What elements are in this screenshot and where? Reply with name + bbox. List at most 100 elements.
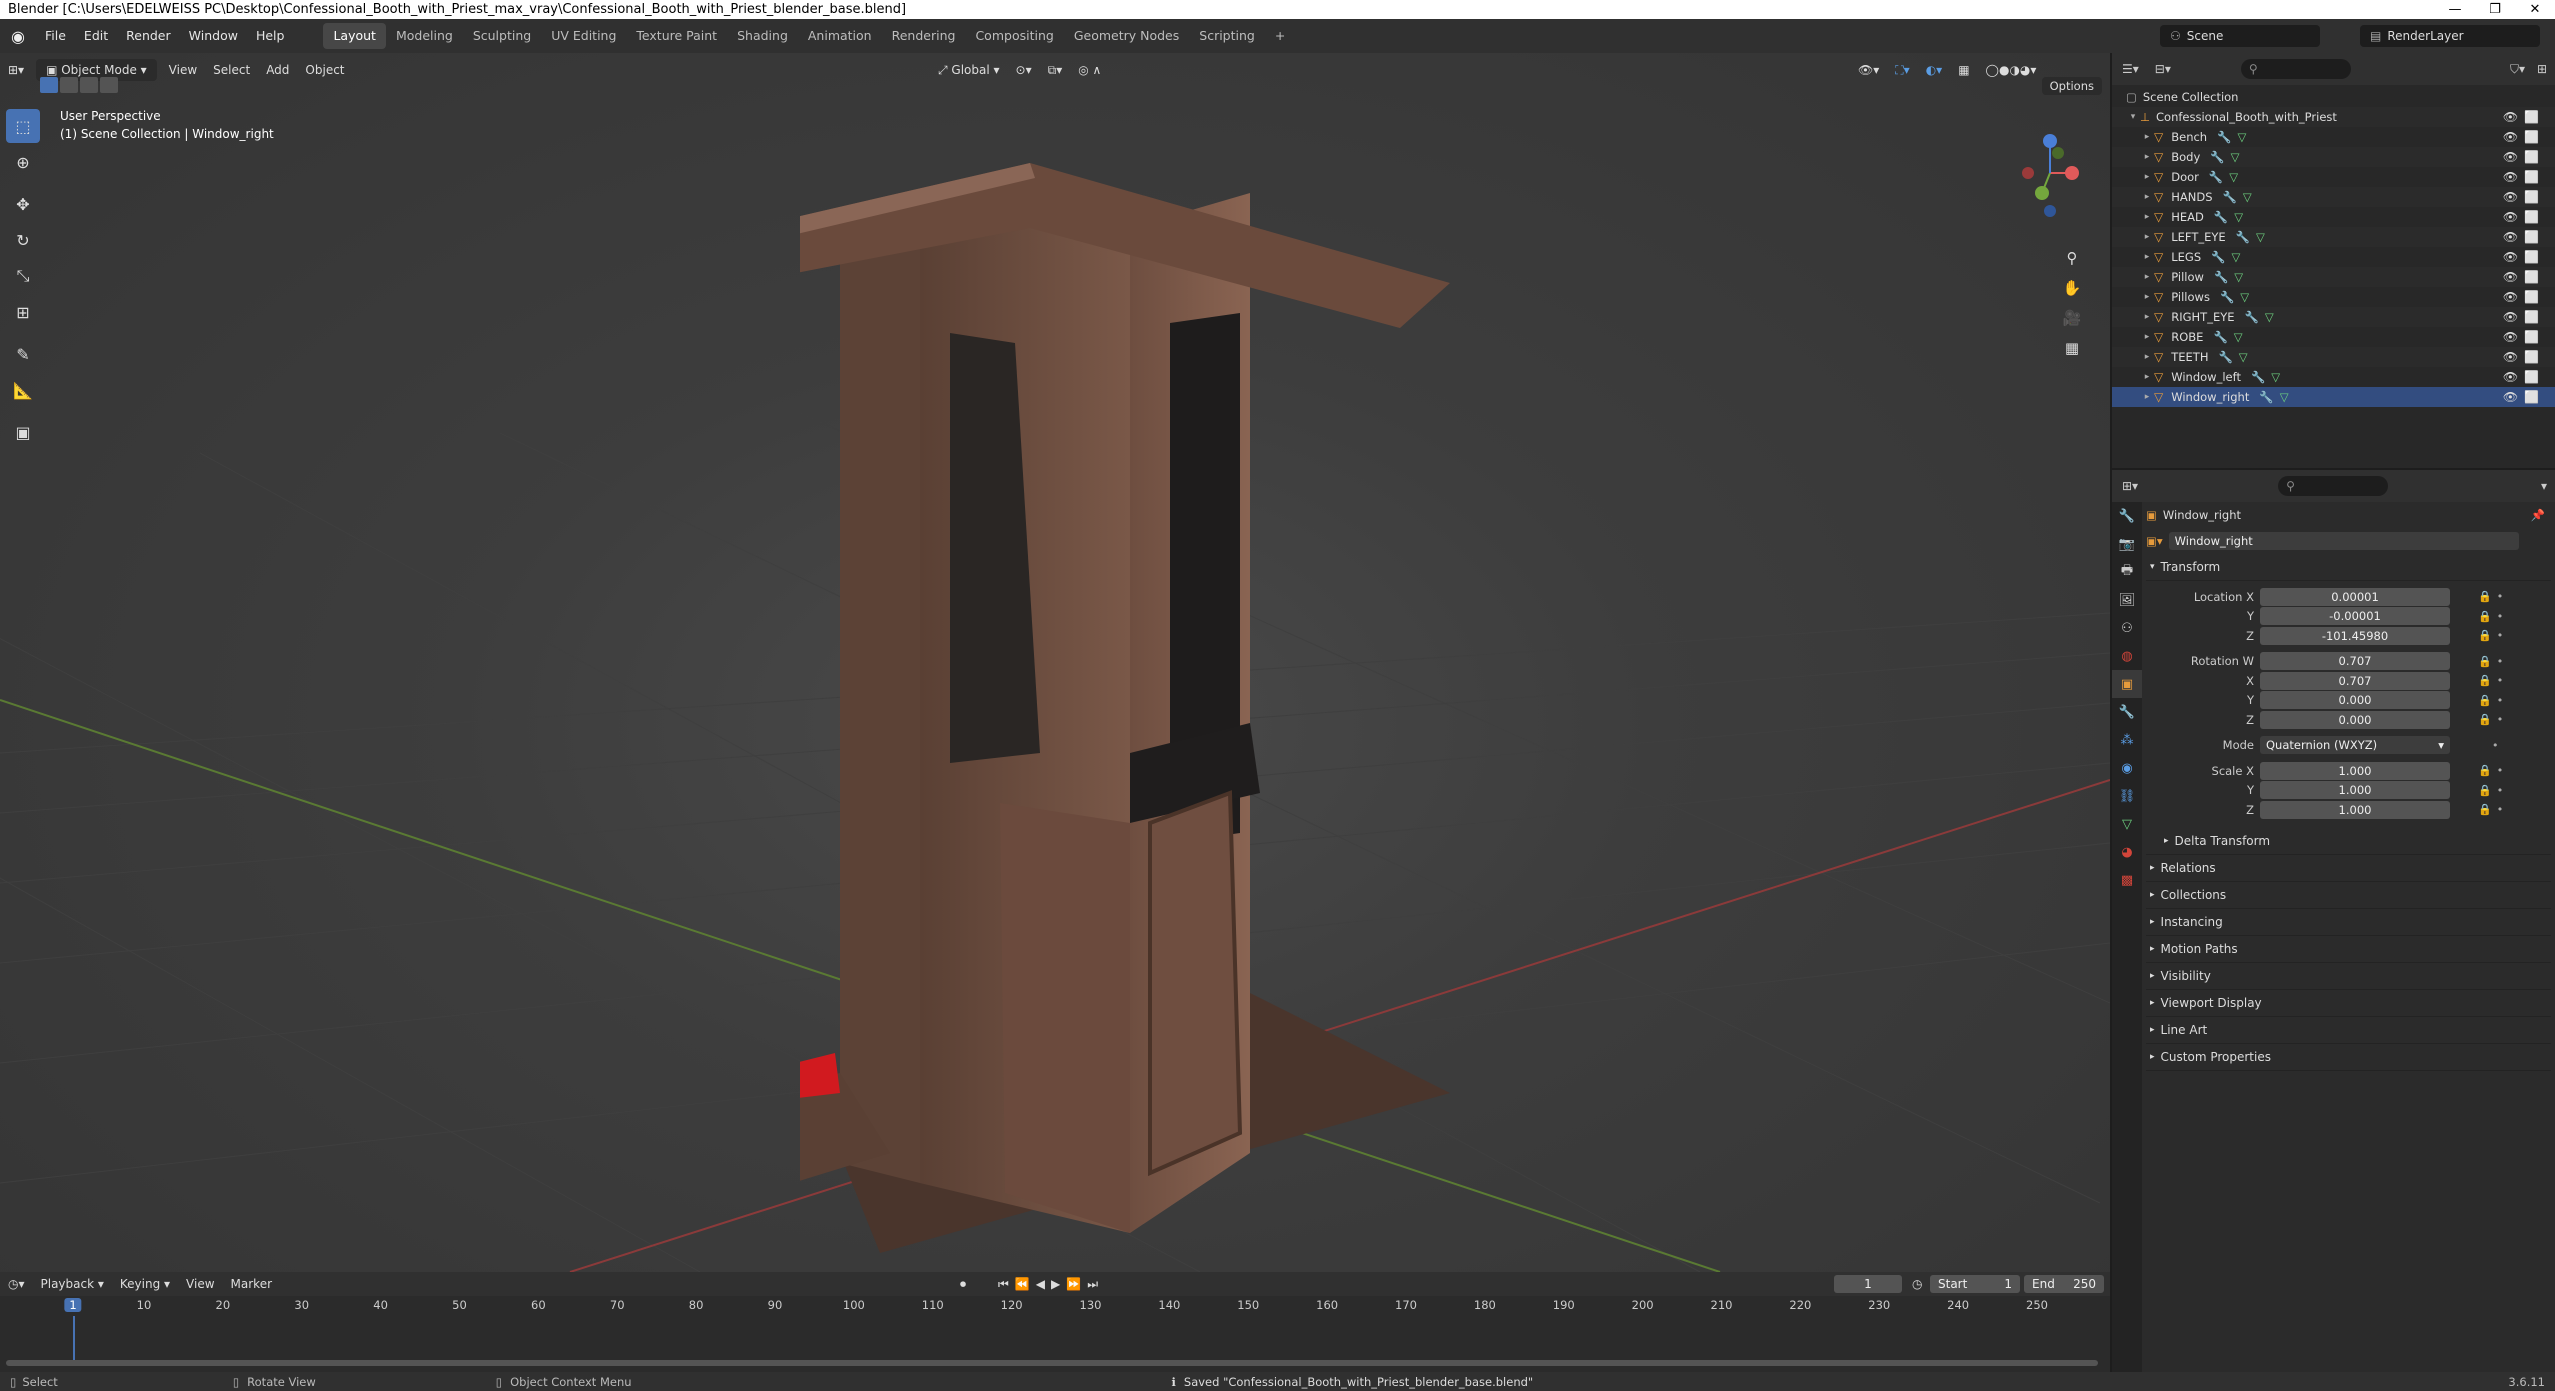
mesh-data-icon[interactable]: ▽ [2234, 210, 2243, 224]
keying-menu[interactable]: Keying ▾ [112, 1273, 178, 1295]
visibility-render-icons[interactable]: 👁⬜ [2503, 170, 2545, 184]
visibility-render-icons[interactable]: 👁⬜ [2503, 270, 2545, 284]
annotate-tool-icon[interactable]: ✎ [6, 337, 40, 371]
viewport-menu-view[interactable]: View [161, 59, 205, 81]
workspace-tab-shading[interactable]: Shading [727, 23, 798, 49]
visibility-render-icons[interactable]: 👁⬜ [2503, 330, 2545, 344]
frame-ruler[interactable]: 1 10 20 30 40 50 60 70 80 90 100 110 120 130 140 150 160… [0, 1296, 2110, 1316]
move-tool-icon[interactable]: ✥ [6, 187, 40, 221]
mesh-data-icon[interactable]: ▽ [2271, 370, 2280, 384]
modifier-icon[interactable]: 🔧 [2223, 190, 2237, 204]
outliner-item-bench[interactable]: ▸ ▽ Bench 🔧 ▽ 👁⬜ [2112, 127, 2555, 147]
lock-keyframe-icons[interactable]: 🔒• [2478, 610, 2508, 623]
clock-icon[interactable]: ◷ [1912, 1277, 1922, 1291]
visibility-render-icons[interactable]: 👁⬜ [2503, 230, 2545, 244]
collection-row[interactable]: ▾ ⊥ Confessional_Booth_with_Priest 👁⬜ [2112, 107, 2555, 127]
render-tab-icon[interactable]: 📷 [2112, 530, 2142, 558]
mesh-data-icon[interactable]: ▽ [2256, 230, 2265, 244]
play-reverse-icon[interactable]: ◀ [1036, 1277, 1045, 1292]
workspace-tab-scripting[interactable]: Scripting [1189, 23, 1265, 49]
output-tab-icon[interactable]: 🖶 [2112, 558, 2142, 586]
outliner-item-head[interactable]: ▸ ▽ HEAD 🔧 ▽ 👁⬜ [2112, 207, 2555, 227]
viewport-menu-select[interactable]: Select [205, 59, 258, 81]
visibility-render-icons[interactable]: 👁⬜ [2503, 350, 2545, 364]
new-collection-icon[interactable]: ⊞ [2537, 62, 2547, 76]
modifier-icon[interactable]: 🔧 [2236, 230, 2250, 244]
xray-icon[interactable]: ▦ [1950, 59, 1977, 81]
properties-editor-icon[interactable]: ⊞▾ [2122, 479, 2138, 493]
mesh-data-icon[interactable]: ▽ [2280, 390, 2289, 404]
modifier-icon[interactable]: 🔧 [2213, 330, 2227, 344]
select-subtract-icon[interactable] [80, 77, 98, 93]
menu-file[interactable]: File [36, 19, 75, 53]
current-frame-field[interactable]: 1 [1834, 1275, 1902, 1293]
visibility-render-icons[interactable]: 👁⬜ [2503, 250, 2545, 264]
workspace-tab-rendering[interactable]: Rendering [882, 23, 966, 49]
expand-icon[interactable]: ▸ [2140, 392, 2154, 402]
mesh-data-icon[interactable]: ▽ [2243, 190, 2252, 204]
timeline-view-menu[interactable]: View [178, 1273, 222, 1295]
expand-icon[interactable]: ▸ [2140, 152, 2154, 162]
texture-tab-icon[interactable]: ▩ [2112, 866, 2142, 894]
mesh-data-icon[interactable]: ▽ [2240, 290, 2249, 304]
end-frame-field[interactable]: End 250 [2024, 1275, 2104, 1293]
ortho-toggle-icon[interactable]: ▦ [2057, 333, 2087, 363]
workspace-tab-modeling[interactable]: Modeling [386, 23, 463, 49]
snap-icon[interactable]: ⧉▾ [1040, 59, 1071, 81]
rotation-mode-dropdown[interactable]: Quaternion (WXYZ) ▾ [2260, 736, 2450, 755]
expand-icon[interactable]: ▸ [2140, 252, 2154, 262]
modifier-icon[interactable]: 🔧 [2211, 250, 2225, 264]
add-workspace-button[interactable]: + [1265, 23, 1295, 49]
collapse-header-icon[interactable]: ▾ [2541, 479, 2547, 493]
transform-section-header[interactable]: ▾ Transform [2146, 554, 2551, 581]
menu-render[interactable]: Render [117, 19, 180, 53]
material-tab-icon[interactable]: ◕ [2112, 838, 2142, 866]
maximize-button[interactable]: ❐ [2475, 0, 2515, 19]
shading-modes-icon[interactable]: ◯●◑◕▾ [1978, 59, 2045, 81]
expand-icon[interactable]: ▸ [2140, 272, 2154, 282]
modifier-icon[interactable]: 🔧 [2218, 350, 2232, 364]
mesh-data-icon[interactable]: ▽ [2234, 330, 2243, 344]
expand-icon[interactable]: ▸ [2140, 192, 2154, 202]
expand-icon[interactable]: ▸ [2140, 172, 2154, 182]
workspace-tab-sculpting[interactable]: Sculpting [463, 23, 541, 49]
menu-window[interactable]: Window [180, 19, 247, 53]
jump-end-icon[interactable]: ⏭ [1087, 1277, 1098, 1292]
location-y-field[interactable]: -0.00001 [2260, 607, 2450, 626]
modifier-icon[interactable]: 🔧 [2209, 170, 2223, 184]
rotation-x-field[interactable]: 0.707 [2260, 671, 2450, 690]
gizmo-toggle-icon[interactable]: ⛶▾ [1887, 59, 1917, 81]
motion-paths-section[interactable]: ▸ Motion Paths [2146, 936, 2551, 963]
measure-tool-icon[interactable]: 📐 [6, 373, 40, 407]
outliner-item-teeth[interactable]: ▸ ▽ TEETH 🔧 ▽ 👁⬜ [2112, 347, 2555, 367]
workspace-tab-uv-editing[interactable]: UV Editing [541, 23, 626, 49]
lock-keyframe-icons[interactable]: 🔒• [2478, 764, 2508, 777]
scene-tab-icon[interactable]: ⚇ [2112, 614, 2142, 642]
outliner-item-hands[interactable]: ▸ ▽ HANDS 🔧 ▽ 👁⬜ [2112, 187, 2555, 207]
select-new-icon[interactable] [40, 77, 58, 93]
lock-keyframe-icons[interactable]: 🔒• [2478, 629, 2508, 642]
transform-orientation-dropdown[interactable]: ⤢ Global ▾ [930, 59, 1008, 81]
lock-keyframe-icons[interactable]: 🔒• [2478, 590, 2508, 603]
viewport-menu-add[interactable]: Add [258, 59, 297, 81]
workspace-tab-animation[interactable]: Animation [798, 23, 882, 49]
expand-icon[interactable]: ▸ [2140, 132, 2154, 142]
line-art-section[interactable]: ▸ Line Art [2146, 1017, 2551, 1044]
jump-start-icon[interactable]: ⏮ [998, 1277, 1009, 1292]
scene-selector[interactable]: ⚇ Scene [2160, 25, 2320, 47]
mesh-data-icon[interactable]: ▽ [2234, 270, 2243, 284]
workspace-tab-layout[interactable]: Layout [323, 23, 386, 49]
select-extend-icon[interactable] [60, 77, 78, 93]
outliner-item-right-eye[interactable]: ▸ ▽ RIGHT_EYE 🔧 ▽ 👁⬜ [2112, 307, 2555, 327]
collapse-icon[interactable]: ▾ [2126, 112, 2140, 122]
prev-keyframe-icon[interactable]: ⏪ [1015, 1277, 1030, 1292]
visibility-render-icons[interactable]: 👁⬜ [2503, 310, 2545, 324]
modifier-icon[interactable]: 🔧 [2259, 390, 2273, 404]
zoom-icon[interactable]: ⚲ [2057, 243, 2087, 273]
workspace-tab-texture-paint[interactable]: Texture Paint [626, 23, 727, 49]
outliner-item-window-right[interactable]: ▸ ▽ Window_right 🔧 ▽ 👁⬜ [2112, 387, 2555, 407]
modifier-tab-icon[interactable]: 🔧 [2112, 698, 2142, 726]
next-keyframe-icon[interactable]: ⏩ [1066, 1277, 1081, 1292]
marker-menu[interactable]: Marker [223, 1273, 280, 1295]
modifier-icon[interactable]: 🔧 [2210, 150, 2224, 164]
